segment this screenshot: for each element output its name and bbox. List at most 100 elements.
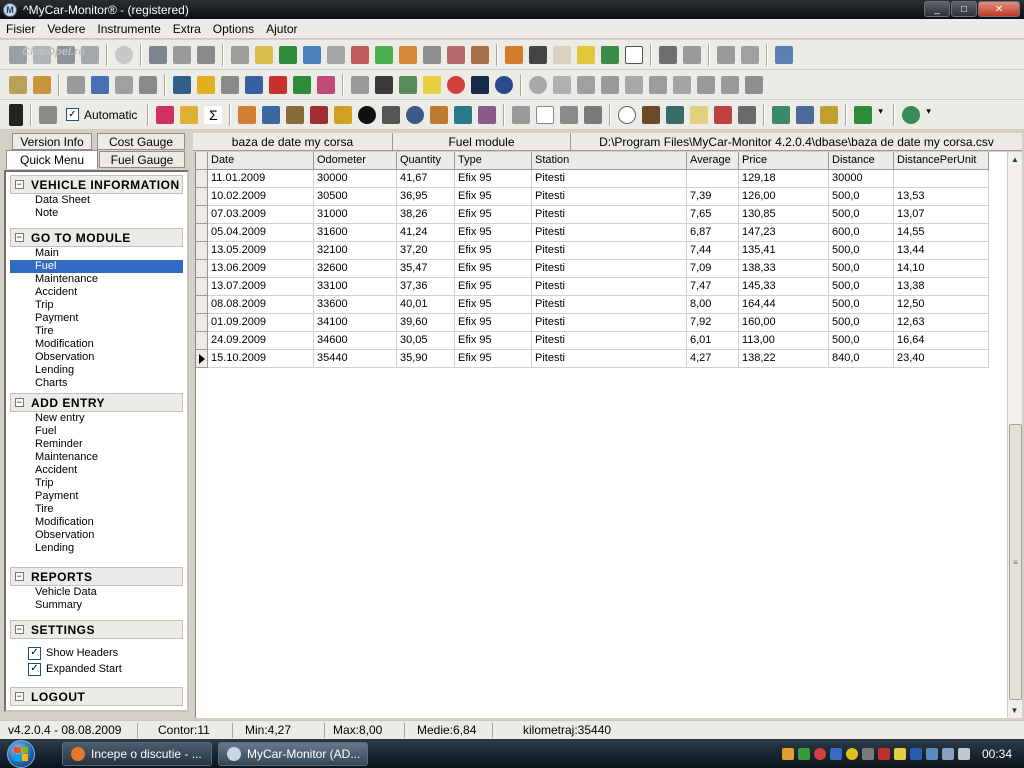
cell-odometer[interactable]: 33600 — [314, 296, 397, 314]
home-icon[interactable] — [505, 45, 523, 64]
cell-distance[interactable]: 600,0 — [829, 224, 894, 242]
table-row[interactable]: 07.03.2009 31000 38,26 Efix 95 Pitesti 7,65 13… — [196, 206, 1007, 224]
sync-icon[interactable] — [454, 105, 473, 124]
cell-station[interactable]: Pitesti — [532, 188, 687, 206]
tire-icon[interactable] — [358, 105, 377, 124]
grid-icon[interactable] — [625, 45, 643, 64]
cell-type[interactable]: Efix 95 — [455, 260, 532, 278]
calendar-icon[interactable] — [553, 45, 571, 64]
eye-icon[interactable] — [406, 105, 425, 124]
notepad-icon[interactable] — [690, 105, 709, 124]
cell-odometer[interactable]: 33100 — [314, 278, 397, 296]
row-indicator[interactable] — [196, 170, 208, 188]
add-fuel[interactable]: Fuel — [10, 425, 183, 438]
traffic-icon[interactable] — [820, 105, 839, 124]
hand-icon[interactable] — [180, 105, 199, 124]
col-type[interactable]: Type — [455, 152, 532, 170]
table-row[interactable]: 24.09.2009 34600 30,05 Efix 95 Pitesti 6,01 11… — [196, 332, 1007, 350]
table-row[interactable]: 11.01.2009 30000 41,67 Efix 95 Pitesti 129,18… — [196, 170, 1007, 188]
col-quantity[interactable]: Quantity — [397, 152, 455, 170]
expanded-start-setting[interactable]: ✓ Expanded Start — [6, 661, 187, 677]
collapse-icon[interactable]: − — [15, 625, 24, 634]
cell-quantity[interactable]: 37,20 — [397, 242, 455, 260]
globe-icon[interactable] — [902, 105, 921, 124]
cell-distance[interactable]: 500,0 — [829, 260, 894, 278]
cell-quantity[interactable]: 40,01 — [397, 296, 455, 314]
cell-price[interactable]: 164,44 — [739, 296, 829, 314]
cell-odometer[interactable]: 34600 — [314, 332, 397, 350]
cell-distance-per-unit[interactable]: 12,50 — [894, 296, 989, 314]
gear-icon[interactable] — [231, 45, 249, 64]
picture-icon[interactable] — [772, 105, 791, 124]
add-trip[interactable]: Trip — [10, 477, 183, 490]
tray-antivirus-icon[interactable] — [877, 747, 890, 760]
automatic-checkbox[interactable]: ✓ — [66, 108, 79, 121]
col-date[interactable]: Date — [208, 152, 314, 170]
nav-modification[interactable]: Modification — [10, 338, 183, 351]
cell-distance[interactable]: 500,0 — [829, 242, 894, 260]
nav-data-sheet[interactable]: Data Sheet — [10, 194, 183, 207]
money-icon[interactable] — [293, 75, 311, 94]
tray-folder-icon[interactable] — [781, 747, 794, 760]
cell-type[interactable]: Efix 95 — [455, 206, 532, 224]
show-headers-checkbox[interactable]: ✓ — [28, 646, 41, 660]
menu-extra[interactable]: Extra — [167, 22, 207, 36]
cell-odometer[interactable]: 30000 — [314, 170, 397, 188]
scroll-up-icon[interactable]: ▲ — [1008, 152, 1022, 167]
table-row[interactable]: 13.06.2009 32600 35,47 Efix 95 Pitesti 7,09 13… — [196, 260, 1007, 278]
add-new-entry[interactable]: New entry — [10, 412, 183, 425]
nav-charts[interactable]: Charts — [10, 377, 183, 390]
report-icon[interactable] — [115, 75, 133, 94]
taskbar-firefox[interactable]: Incepe o discutie - ... — [62, 741, 212, 766]
tool-icon[interactable] — [310, 105, 329, 124]
section-reports[interactable]: − REPORTS — [10, 567, 183, 586]
collapse-icon[interactable]: − — [15, 398, 24, 407]
table-row[interactable]: 10.02.2009 30500 36,95 Efix 95 Pitesti 7,39 12… — [196, 188, 1007, 206]
bars-icon[interactable] — [33, 75, 51, 94]
cell-quantity[interactable]: 41,67 — [397, 170, 455, 188]
cell-date[interactable]: 15.10.2009 — [208, 350, 314, 368]
cell-type[interactable]: Efix 95 — [455, 296, 532, 314]
scroll-down-icon[interactable]: ▼ — [1008, 703, 1021, 718]
table-row[interactable]: 01.09.2009 34100 39,60 Efix 95 Pitesti 7,92 16… — [196, 314, 1007, 332]
traffic-light-icon[interactable] — [9, 103, 23, 126]
cell-average[interactable]: 4,27 — [687, 350, 739, 368]
export-icon[interactable] — [741, 45, 759, 64]
chevron-down-icon[interactable]: ▾ — [926, 106, 934, 124]
cell-station[interactable]: Pitesti — [532, 314, 687, 332]
cell-station[interactable]: Pitesti — [532, 278, 687, 296]
cell-distance[interactable]: 500,0 — [829, 332, 894, 350]
tank-icon[interactable] — [601, 45, 619, 64]
stop-icon[interactable] — [553, 75, 571, 94]
cell-distance[interactable]: 500,0 — [829, 296, 894, 314]
list-icon[interactable] — [584, 105, 603, 124]
settings-icon[interactable] — [601, 75, 619, 94]
eraser-icon[interactable] — [156, 105, 175, 124]
add-observation[interactable]: Observation — [10, 529, 183, 542]
tray-star-icon[interactable] — [893, 747, 906, 760]
warning-icon[interactable] — [197, 45, 215, 64]
collapse-icon[interactable]: − — [15, 692, 24, 701]
maximize-button[interactable]: □ — [951, 1, 977, 17]
bar-chart-icon[interactable] — [91, 75, 109, 94]
building-icon[interactable] — [262, 105, 281, 124]
row-indicator[interactable] — [196, 206, 208, 224]
tray-display-icon[interactable] — [941, 747, 954, 760]
collapse-icon[interactable]: − — [15, 233, 24, 242]
cell-odometer[interactable]: 32600 — [314, 260, 397, 278]
hammer-icon[interactable] — [286, 105, 305, 124]
cell-odometer[interactable]: 35440 — [314, 350, 397, 368]
cell-distance[interactable]: 840,0 — [829, 350, 894, 368]
cell-type[interactable]: Efix 95 — [455, 188, 532, 206]
red-car-icon[interactable] — [269, 75, 287, 94]
cell-price[interactable]: 113,00 — [739, 332, 829, 350]
section-settings[interactable]: − SETTINGS — [10, 620, 183, 639]
col-average[interactable]: Average — [687, 152, 739, 170]
pump-icon[interactable] — [334, 105, 353, 124]
cell-station[interactable]: Pitesti — [532, 170, 687, 188]
volume-icon[interactable] — [957, 747, 970, 760]
nav-accident[interactable]: Accident — [10, 286, 183, 299]
cell-average[interactable]: 7,65 — [687, 206, 739, 224]
cell-odometer[interactable]: 31600 — [314, 224, 397, 242]
sum-icon[interactable]: Σ — [204, 105, 223, 124]
